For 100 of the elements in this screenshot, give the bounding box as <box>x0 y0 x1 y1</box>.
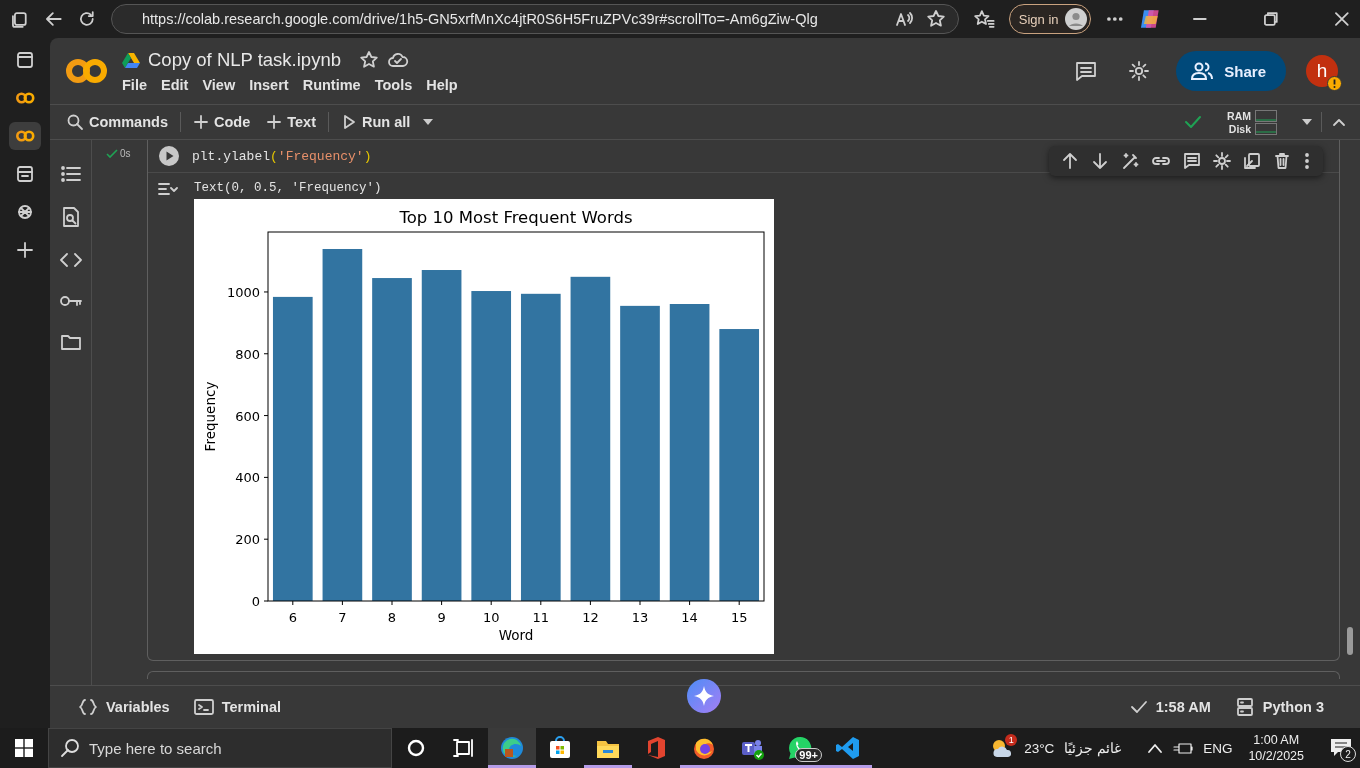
arrow-down-icon[interactable] <box>1091 152 1109 170</box>
chevron-up-icon[interactable] <box>1147 742 1164 754</box>
star-icon[interactable] <box>926 9 947 29</box>
account-avatar[interactable]: h <box>1306 55 1338 87</box>
clock[interactable]: 1:00 AM 10/2/2025 <box>1242 733 1310 763</box>
menu-item[interactable]: Runtime <box>302 77 361 93</box>
ram-label: RAM <box>1227 109 1251 122</box>
app-badge: 99+ <box>795 748 822 762</box>
execution-time: 0s <box>106 148 147 159</box>
axis-label: Word <box>498 627 534 643</box>
arrow-up-icon[interactable] <box>1061 152 1079 170</box>
delete-icon[interactable] <box>1273 152 1291 170</box>
settings-icon[interactable] <box>1128 60 1151 82</box>
server-icon <box>1234 697 1255 717</box>
menu-item[interactable]: Edit <box>161 77 189 93</box>
sidebar-icon[interactable] <box>15 50 35 70</box>
search-icon <box>60 738 80 758</box>
runtime-status[interactable]: Python 3 <box>1234 697 1324 717</box>
notification-badge: 1 <box>1005 734 1018 746</box>
window-icon[interactable] <box>15 164 35 184</box>
tick-label: 6 <box>288 610 297 625</box>
read-aloud-icon[interactable] <box>894 10 915 28</box>
weather-text: غائم جزئيًا <box>1064 740 1122 756</box>
power-plug-icon[interactable] <box>1173 741 1194 755</box>
sparkle-assistant-button[interactable] <box>686 678 722 714</box>
run-cell-button[interactable] <box>158 145 180 167</box>
back-icon[interactable] <box>43 9 64 29</box>
commands-button[interactable]: Commands <box>62 110 172 134</box>
star-icon[interactable] <box>359 50 379 70</box>
app-icon <box>835 735 861 761</box>
menu-item[interactable]: Help <box>426 77 458 93</box>
folder-icon[interactable] <box>59 332 82 352</box>
menu-item[interactable]: Tools <box>374 77 413 93</box>
app-icon <box>547 735 573 761</box>
code-line: plt.ylabel('Frequency') <box>192 148 372 164</box>
add-icon[interactable] <box>15 240 35 260</box>
avatar-icon <box>1064 8 1087 30</box>
active-tab-tile[interactable] <box>9 122 41 150</box>
scrollbar-thumb[interactable] <box>1347 627 1353 655</box>
rings-icon <box>15 128 35 144</box>
sparkle-logo-icon[interactable] <box>1138 8 1162 30</box>
menu-item[interactable]: View <box>202 77 236 93</box>
resources-indicator[interactable]: RAM Disk <box>1227 109 1277 135</box>
menu-item[interactable]: File <box>122 77 147 93</box>
add-code-button[interactable]: Code <box>188 111 255 133</box>
check-icon <box>1129 699 1148 715</box>
warning-icon <box>1327 76 1342 91</box>
search-field[interactable]: Type here to search <box>48 728 392 768</box>
refresh-icon[interactable] <box>77 9 97 29</box>
favorites-icon[interactable] <box>973 9 995 29</box>
taskbar-app[interactable]: 99+ <box>776 728 824 768</box>
drive-icon[interactable] <box>122 52 140 68</box>
notebook-title[interactable]: Copy of NLP task.ipynb <box>148 49 341 71</box>
tabs-icon[interactable] <box>10 9 30 29</box>
next-cell[interactable] <box>147 671 1340 679</box>
more-icon[interactable] <box>1303 152 1311 170</box>
add-text-button[interactable]: Text <box>262 111 320 133</box>
terminal-button[interactable]: Terminal <box>193 698 282 716</box>
output-text: Text(0, 0.5, 'Frequency') <box>194 181 383 195</box>
cortana-circle-icon[interactable] <box>406 738 426 758</box>
dropdown-icon[interactable] <box>422 118 435 126</box>
dropdown-icon[interactable] <box>1301 118 1313 126</box>
tick-label: 400 <box>235 470 260 486</box>
share-button[interactable]: Share <box>1176 51 1286 91</box>
mirror-icon[interactable] <box>1243 152 1261 170</box>
rings-logo[interactable] <box>66 57 108 85</box>
comment-icon[interactable] <box>1183 152 1201 170</box>
output-toggle-icon[interactable] <box>158 181 178 197</box>
last-run-status[interactable]: 1:58 AM <box>1129 699 1211 715</box>
toc-icon[interactable] <box>59 164 82 184</box>
language-indicator[interactable]: ENG <box>1203 740 1233 756</box>
braces-icon <box>78 698 98 716</box>
tick-label: 800 <box>235 346 260 362</box>
notification-count: 2 <box>1340 746 1356 762</box>
tick-label: 15 <box>730 610 748 625</box>
temperature: 23°C <box>1024 740 1055 756</box>
restore-icon[interactable] <box>1261 9 1281 29</box>
run-all-button[interactable]: Run all <box>336 111 415 133</box>
rings-icon[interactable] <box>15 90 35 106</box>
knot-icon[interactable] <box>15 202 35 222</box>
menu-item[interactable]: Insert <box>249 77 289 93</box>
tick-label: 10 <box>482 610 500 625</box>
settings-icon[interactable] <box>1213 152 1231 170</box>
tick-label: 12 <box>582 610 599 625</box>
search-icon <box>66 113 84 131</box>
tick-label: 200 <box>235 532 260 548</box>
comment-icon[interactable] <box>1074 60 1099 82</box>
plus-icon <box>192 114 209 130</box>
task-view-icon[interactable] <box>453 738 475 758</box>
sign-in-button[interactable]: Sign in <box>1008 4 1091 34</box>
windows-start-icon[interactable] <box>15 739 33 757</box>
axis-label: Frequency <box>202 381 218 452</box>
cloud-saved-icon[interactable] <box>387 50 409 70</box>
magic-pen-icon[interactable] <box>1121 152 1139 170</box>
address-bar[interactable]: https://colab.research.google.com/drive/1h5-GN5xrfMnXc4jtR0S6H5FruZPVc39r#scrollTo=-Am6gZiw-Qlg <box>110 4 960 34</box>
code-icon[interactable] <box>59 250 82 270</box>
tick-label: 9 <box>437 610 446 625</box>
tick-label: 13 <box>631 610 649 625</box>
sparkline-icon <box>1255 122 1277 135</box>
variables-button[interactable]: Variables <box>78 698 170 716</box>
